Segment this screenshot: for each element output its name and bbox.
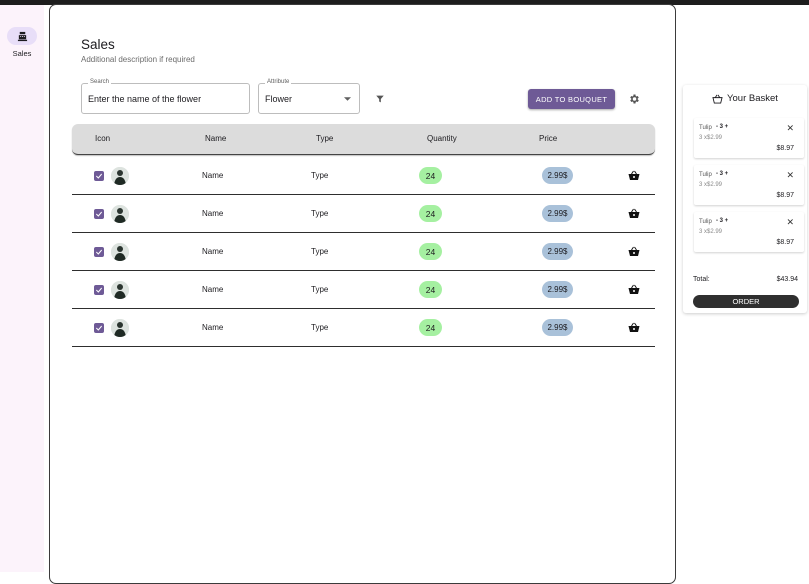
basket-title: Your Basket: [727, 93, 778, 104]
close-icon[interactable]: ✕: [786, 123, 794, 134]
add-to-bouquet-button[interactable]: ADD TO BOUQUET: [528, 89, 615, 109]
flower-avatar: [111, 167, 129, 185]
basket-item: Tulip - 3 + 3 x$2.99 $8.97 ✕: [694, 118, 804, 158]
avatar-image: [111, 281, 129, 299]
flower-avatar: [111, 243, 129, 261]
row-type: Type: [311, 247, 329, 256]
row-name: Name: [202, 247, 224, 256]
attribute-select[interactable]: Attribute Flower: [258, 79, 360, 114]
row-type: Type: [311, 285, 329, 294]
row-checkbox[interactable]: [94, 323, 104, 333]
cash-register-icon: [17, 31, 27, 41]
price-badge: 2.99$: [542, 319, 573, 336]
nav-item-sales[interactable]: Sales: [0, 27, 44, 58]
row-checkbox[interactable]: [94, 209, 104, 219]
flower-avatar: [111, 281, 129, 299]
table-row[interactable]: Name Type 24 2.99$: [72, 195, 655, 233]
basket-item-name: Tulip: [699, 125, 712, 131]
column-header-type[interactable]: Type: [316, 134, 333, 143]
quantity-badge: 24: [419, 205, 442, 222]
avatar-image: [111, 167, 129, 185]
column-header-price[interactable]: Price: [539, 134, 557, 143]
search-input-value: Enter the name of the flower: [88, 94, 202, 104]
close-icon[interactable]: ✕: [786, 170, 794, 181]
basket-panel: Your Basket Tulip - 3 + 3 x$2.99 $8.97 ✕…: [683, 85, 807, 313]
nav-item-label: Sales: [12, 49, 32, 58]
add-to-basket-icon[interactable]: [628, 208, 640, 219]
row-checkbox[interactable]: [94, 247, 104, 257]
add-to-basket-icon[interactable]: [628, 170, 640, 181]
search-input[interactable]: Search Enter the name of the flower: [81, 79, 250, 114]
basket-item-unit-price: 3 x$2.99: [699, 182, 723, 188]
check-icon: [95, 325, 103, 331]
row-type: Type: [311, 171, 329, 180]
quantity-stepper[interactable]: - 3 +: [716, 218, 728, 224]
basket-item-name: Tulip: [699, 219, 712, 225]
avatar-image: [111, 319, 129, 337]
price-badge: 2.99$: [542, 243, 573, 260]
table-row[interactable]: Name Type 24 2.99$: [72, 271, 655, 309]
flower-avatar: [111, 319, 129, 337]
column-header-name[interactable]: Name: [205, 134, 226, 143]
table-row[interactable]: Name Type 24 2.99$: [72, 309, 655, 347]
price-badge: 2.99$: [542, 281, 573, 298]
row-name: Name: [202, 209, 224, 218]
basket-item-total: $8.97: [776, 192, 794, 199]
basket-item-unit-price: 3 x$2.99: [699, 135, 723, 141]
table-header: Icon Name Type Quantity Price: [72, 124, 655, 155]
avatar-image: [111, 205, 129, 223]
dropdown-caret-icon: [344, 97, 351, 101]
row-type: Type: [311, 209, 329, 218]
filter-icon[interactable]: [375, 94, 385, 104]
basket-header: Your Basket: [683, 93, 807, 104]
total-label: Total:: [693, 276, 710, 283]
basket-item: Tulip - 3 + 3 x$2.99 $8.97 ✕: [694, 212, 804, 252]
basket-item: Tulip - 3 + 3 x$2.99 $8.97 ✕: [694, 165, 804, 205]
nav-item-active-indicator: [7, 27, 37, 45]
quantity-badge: 24: [419, 167, 442, 184]
row-checkbox[interactable]: [94, 285, 104, 295]
check-icon: [95, 249, 103, 255]
total-value: $43.94: [776, 276, 798, 283]
check-icon: [95, 211, 103, 217]
quantity-badge: 24: [419, 319, 442, 336]
row-name: Name: [202, 285, 224, 294]
table-row[interactable]: Name Type 24 2.99$: [72, 157, 655, 195]
flower-avatar: [111, 205, 129, 223]
quantity-badge: 24: [419, 281, 442, 298]
price-badge: 2.99$: [542, 205, 573, 222]
row-name: Name: [202, 171, 224, 180]
order-button[interactable]: ORDER: [693, 295, 799, 308]
search-input-label: Search: [88, 79, 112, 85]
basket-item-name: Tulip: [699, 172, 712, 178]
attribute-select-label: Attribute: [265, 79, 292, 85]
check-icon: [95, 287, 103, 293]
basket-item-total: $8.97: [776, 145, 794, 152]
column-header-quantity[interactable]: Quantity: [427, 134, 457, 143]
basket-item-total: $8.97: [776, 239, 794, 246]
check-icon: [95, 173, 103, 179]
row-type: Type: [311, 323, 329, 332]
close-icon[interactable]: ✕: [786, 217, 794, 228]
avatar-image: [111, 243, 129, 261]
quantity-stepper[interactable]: - 3 +: [716, 124, 728, 130]
quantity-stepper[interactable]: - 3 +: [716, 171, 728, 177]
sales-panel: Sales Additional description if required…: [49, 4, 676, 584]
page-subtitle: Additional description if required: [81, 55, 195, 64]
basket-icon: [712, 94, 723, 104]
price-badge: 2.99$: [542, 167, 573, 184]
table-row[interactable]: Name Type 24 2.99$: [72, 233, 655, 271]
quantity-badge: 24: [419, 243, 442, 260]
add-to-basket-icon[interactable]: [628, 284, 640, 295]
attribute-select-value: Flower: [265, 94, 293, 104]
add-to-basket-icon[interactable]: [628, 246, 640, 257]
row-name: Name: [202, 323, 224, 332]
navigation-rail: Sales: [0, 5, 44, 572]
add-to-basket-icon[interactable]: [628, 322, 640, 333]
page-title: Sales: [81, 37, 115, 52]
column-header-icon[interactable]: Icon: [95, 134, 110, 143]
basket-item-unit-price: 3 x$2.99: [699, 229, 723, 235]
gear-icon[interactable]: [628, 93, 640, 105]
row-checkbox[interactable]: [94, 171, 104, 181]
